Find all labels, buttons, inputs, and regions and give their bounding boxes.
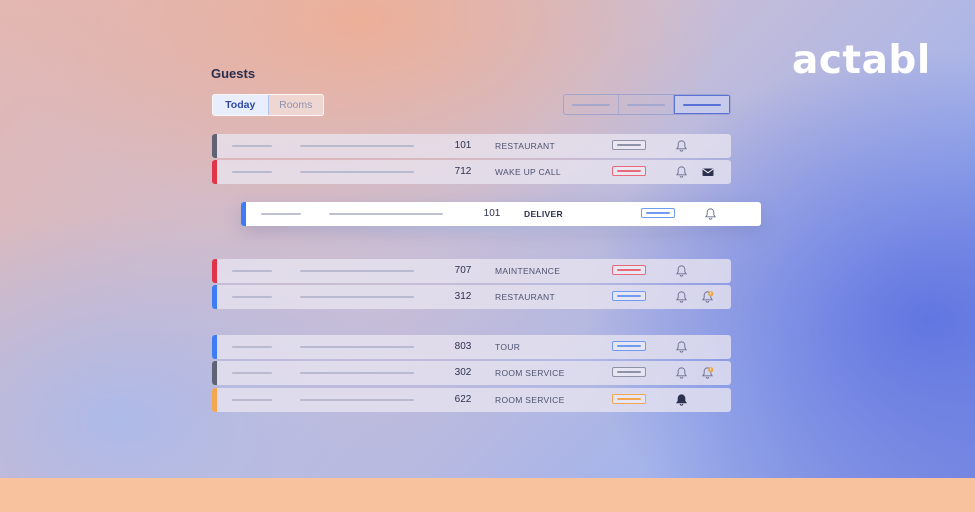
layout-toggle — [563, 94, 731, 115]
segment-today-button[interactable]: Today — [213, 95, 269, 115]
layout-option-2-button[interactable] — [619, 95, 674, 114]
row-priority-accent — [212, 335, 217, 359]
request-row[interactable]: 622 ROOM SERVICE — [212, 388, 731, 412]
request-row[interactable]: 302 ROOM SERVICE — [212, 361, 731, 385]
request-row[interactable]: 803 TOUR — [212, 335, 731, 359]
guest-name-placeholder — [232, 399, 272, 401]
featured-row-shadow — [250, 224, 752, 238]
status-badge[interactable] — [612, 265, 646, 275]
room-number: 622 — [454, 394, 472, 405]
room-number: 707 — [454, 265, 472, 276]
guest-name-placeholder — [232, 372, 272, 374]
request-type: DELIVER — [524, 209, 563, 219]
request-type: ROOM SERVICE — [495, 368, 565, 378]
request-detail-placeholder — [300, 346, 414, 348]
actabl-logo: actabl — [792, 38, 931, 83]
request-detail-placeholder — [300, 372, 414, 374]
layout-option-3-button[interactable] — [674, 95, 730, 114]
request-row[interactable]: 312 RESTAURANT — [212, 285, 731, 309]
status-badge[interactable] — [612, 341, 646, 351]
featured-request-row[interactable]: 101 DELIVER — [241, 202, 761, 226]
request-type: RESTAURANT — [495, 292, 555, 302]
row-priority-accent — [212, 134, 217, 158]
segment-rooms-button[interactable]: Rooms — [269, 95, 324, 115]
row-priority-accent — [212, 160, 217, 184]
room-number: 712 — [454, 166, 472, 177]
bell-icon[interactable] — [675, 165, 688, 179]
guest-name-placeholder — [232, 145, 272, 147]
bell-icon[interactable] — [675, 340, 688, 354]
request-type: ROOM SERVICE — [495, 395, 565, 405]
guest-name-placeholder — [232, 346, 272, 348]
alert-bell-icon[interactable] — [701, 366, 715, 380]
room-number: 302 — [454, 367, 472, 378]
alert-bell-icon[interactable] — [701, 290, 715, 304]
room-number: 101 — [454, 140, 472, 151]
request-type: RESTAURANT — [495, 141, 555, 151]
bell-filled-icon[interactable] — [675, 393, 688, 407]
page-title: Guests — [211, 66, 256, 81]
guest-name-placeholder — [232, 171, 272, 173]
guest-name-placeholder — [232, 296, 272, 298]
row-priority-accent — [212, 259, 217, 283]
request-row[interactable]: 712 WAKE UP CALL — [212, 160, 731, 184]
room-number: 803 — [454, 341, 472, 352]
room-number: 312 — [454, 291, 472, 302]
bell-icon[interactable] — [675, 139, 688, 153]
view-segment-control: Today Rooms — [212, 94, 324, 116]
request-detail-placeholder — [329, 213, 443, 215]
request-type: WAKE UP CALL — [495, 167, 561, 177]
bell-icon[interactable] — [675, 290, 688, 304]
layout-option-2-icon — [627, 103, 665, 106]
layout-option-1-button[interactable] — [564, 95, 619, 114]
envelope-icon[interactable] — [701, 165, 715, 179]
status-badge[interactable] — [612, 140, 646, 150]
request-row[interactable]: 101 RESTAURANT — [212, 134, 731, 158]
row-priority-accent — [212, 388, 217, 412]
request-detail-placeholder — [300, 399, 414, 401]
bell-icon[interactable] — [675, 264, 688, 278]
request-type: TOUR — [495, 342, 521, 352]
bottom-band — [0, 478, 975, 512]
request-row[interactable]: 707 MAINTENANCE — [212, 259, 731, 283]
room-number: 101 — [483, 208, 501, 219]
row-priority-accent — [241, 202, 246, 226]
status-badge[interactable] — [612, 166, 646, 176]
status-badge[interactable] — [612, 394, 646, 404]
guest-name-placeholder — [232, 270, 272, 272]
request-detail-placeholder — [300, 171, 414, 173]
bell-icon[interactable] — [675, 366, 688, 380]
request-detail-placeholder — [300, 145, 414, 147]
request-type: MAINTENANCE — [495, 266, 561, 276]
row-priority-accent — [212, 285, 217, 309]
layout-option-1-icon — [572, 103, 610, 106]
status-badge[interactable] — [612, 367, 646, 377]
row-priority-accent — [212, 361, 217, 385]
layout-option-3-icon — [683, 103, 721, 106]
bell-icon[interactable] — [704, 207, 717, 221]
status-badge[interactable] — [612, 291, 646, 301]
guest-name-placeholder — [261, 213, 301, 215]
request-detail-placeholder — [300, 270, 414, 272]
status-badge[interactable] — [641, 208, 675, 218]
request-detail-placeholder — [300, 296, 414, 298]
